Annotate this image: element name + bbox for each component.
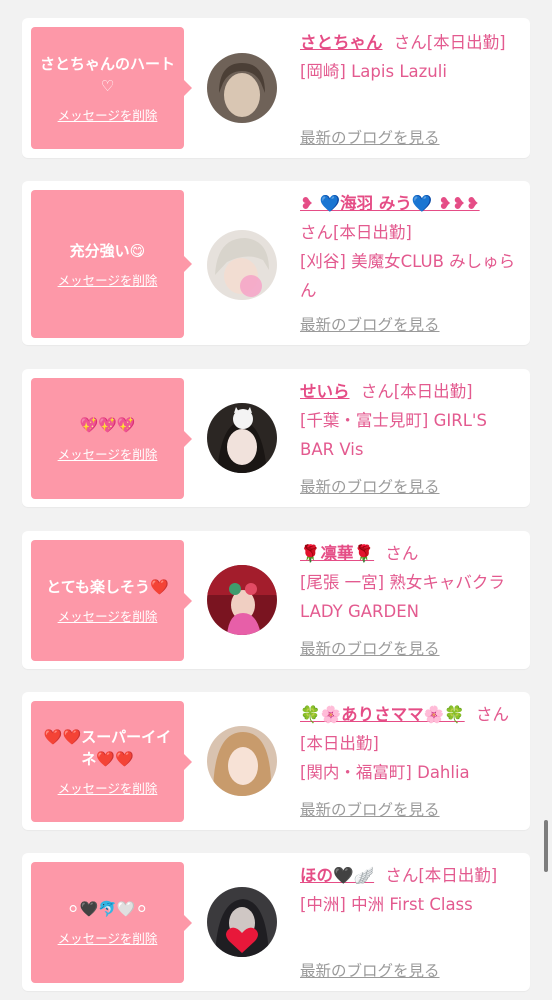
delete-message-link[interactable]: メッセージを削除: [58, 270, 158, 289]
cast-info: ❥ 💙海羽 みう💙 ❥❥❥ さん[本日出勤] [刈谷] 美魔女CLUB みしゅら…: [300, 189, 522, 305]
cast-info: 🌹凛華🌹 さん [尾張 一宮] 熟女キャバクラ LADY GARDEN: [300, 539, 522, 626]
cast-name-link[interactable]: 🍀🌸ありさママ🌸🍀: [300, 705, 465, 724]
cast-name-link[interactable]: ほの🖤🪽: [300, 866, 374, 885]
avatar[interactable]: [207, 230, 277, 300]
message-card: 💖💖💖 メッセージを削除 せいら さん[本日出勤] [千葉・富士見町] GIRL…: [22, 369, 530, 507]
cast-info: ほの🖤🪽 さん[本日出勤] [中洲] 中洲 First Class: [300, 861, 522, 919]
shop-name: [刈谷] 美魔女CLUB みしゅらん: [300, 252, 516, 300]
avatar[interactable]: [207, 403, 277, 473]
cast-status: さん[本日出勤]: [360, 382, 473, 401]
avatar-photo: [207, 230, 277, 300]
cast-name-link[interactable]: ❥ 💙海羽 みう💙 ❥❥❥: [300, 194, 480, 213]
message-card: 充分強い😋 メッセージを削除 ❥ 💙海羽 みう💙 ❥❥❥ さん[本日出勤] [刈…: [22, 181, 530, 345]
shop-name: [関内・福富町] Dahlia: [300, 763, 470, 782]
cast-name-link[interactable]: さとちゃん: [300, 33, 383, 52]
cast-status: さん[本日出勤]: [300, 223, 412, 242]
delete-message-link[interactable]: メッセージを削除: [58, 105, 158, 124]
message-text: 💖💖💖: [79, 416, 136, 434]
shop-name: [岡崎] Lapis Lazuli: [300, 62, 447, 81]
scrollbar[interactable]: [544, 820, 548, 872]
delete-message-link[interactable]: メッセージを削除: [58, 928, 158, 947]
avatar[interactable]: [207, 565, 277, 635]
message-card: とても楽しそう❤️ メッセージを削除 🌹凛華🌹 さん [尾張 一宮] 熟女キャバ…: [22, 531, 530, 669]
message-text: とても楽しそう❤️: [46, 578, 169, 596]
avatar[interactable]: [207, 887, 277, 957]
cast-status: さん: [385, 544, 419, 563]
shop-name: [中洲] 中洲 First Class: [300, 895, 473, 914]
latest-blog-link[interactable]: 最新のブログを見る: [300, 959, 440, 981]
avatar-photo: [207, 726, 277, 796]
avatar[interactable]: [207, 53, 277, 123]
message-card: ❤️❤️スーパーイイネ❤️❤️ メッセージを削除 🍀🌸ありさママ🌸🍀 さん[本日…: [22, 692, 530, 830]
avatar-photo: [207, 53, 277, 123]
cast-info: 🍀🌸ありさママ🌸🍀 さん[本日出勤] [関内・福富町] Dahlia: [300, 700, 522, 787]
cast-info: せいら さん[本日出勤] [千葉・富士見町] GIRL'S BAR Vis: [300, 377, 522, 464]
message-bubble: 💖💖💖 メッセージを削除: [31, 378, 192, 499]
latest-blog-link[interactable]: 最新のブログを見る: [300, 475, 440, 497]
avatar-photo: [207, 565, 277, 635]
delete-message-link[interactable]: メッセージを削除: [58, 606, 158, 625]
cast-info: さとちゃん さん[本日出勤] [岡崎] Lapis Lazuli: [300, 28, 522, 86]
message-card: ⚪︎🖤🐬🤍⚪︎ メッセージを削除 ほの🖤🪽 さん[本日出勤] [中洲] 中洲 F…: [22, 853, 530, 991]
latest-blog-link[interactable]: 最新のブログを見る: [300, 637, 440, 659]
message-text: さとちゃんのハート♡: [39, 54, 175, 95]
latest-blog-link[interactable]: 最新のブログを見る: [300, 126, 440, 148]
cast-name-link[interactable]: せいら: [300, 382, 350, 401]
delete-message-link[interactable]: メッセージを削除: [58, 778, 158, 797]
latest-blog-link[interactable]: 最新のブログを見る: [300, 313, 440, 335]
message-bubble: さとちゃんのハート♡ メッセージを削除: [31, 27, 192, 149]
message-text: ⚪︎🖤🐬🤍⚪︎: [66, 900, 149, 918]
message-bubble: 充分強い😋 メッセージを削除: [31, 190, 192, 338]
latest-blog-link[interactable]: 最新のブログを見る: [300, 798, 440, 820]
message-card: さとちゃんのハート♡ メッセージを削除 さとちゃん さん[本日出勤] [岡崎] …: [22, 18, 530, 158]
cast-name-link[interactable]: 🌹凛華🌹: [300, 544, 374, 563]
shop-name: [尾張 一宮] 熟女キャバクラ LADY GARDEN: [300, 573, 505, 621]
cast-status: さん[本日出勤]: [393, 33, 506, 52]
shop-name: [千葉・富士見町] GIRL'S BAR Vis: [300, 411, 487, 459]
cast-status: さん[本日出勤]: [385, 866, 498, 885]
avatar[interactable]: [207, 726, 277, 796]
message-bubble: とても楽しそう❤️ メッセージを削除: [31, 540, 192, 661]
avatar-photo: [207, 403, 277, 473]
message-bubble: ❤️❤️スーパーイイネ❤️❤️ メッセージを削除: [31, 701, 192, 822]
message-bubble: ⚪︎🖤🐬🤍⚪︎ メッセージを削除: [31, 862, 192, 983]
avatar-photo: [207, 887, 277, 957]
message-text: ❤️❤️スーパーイイネ❤️❤️: [43, 728, 172, 768]
message-text: 充分強い😋: [69, 241, 146, 260]
delete-message-link[interactable]: メッセージを削除: [58, 444, 158, 463]
